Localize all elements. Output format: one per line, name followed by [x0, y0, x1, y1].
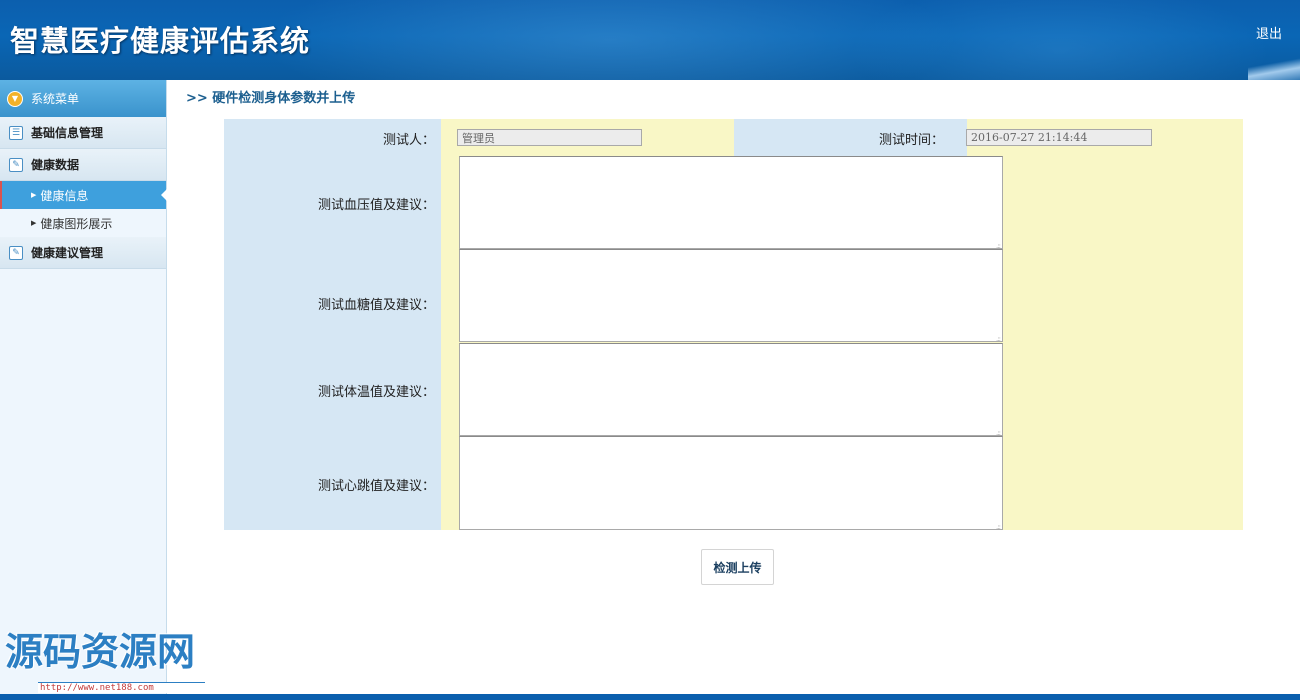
sidebar-group-health-data[interactable]: ✎ 健康数据	[0, 149, 166, 181]
caret-right-icon: ▶	[31, 219, 37, 227]
sidebar-item-health-info[interactable]: ▶ 健康信息	[0, 181, 167, 209]
tester-label: 测试人：	[382, 133, 435, 148]
sidebar: ▼ 系统菜单 ☰ 基础信息管理 ✎ 健康数据 ▶ 健康信息 ▶ 健康图形展示 ✎…	[0, 80, 167, 694]
sidebar-item-label: 健康信息	[40, 188, 89, 203]
sidebar-group-basic-info[interactable]: ☰ 基础信息管理	[0, 117, 166, 149]
edit-icon: ✎	[9, 157, 23, 172]
sidebar-menu-title: 系统菜单	[31, 92, 80, 106]
blood-sugar-textarea[interactable]	[459, 249, 1003, 343]
blood-sugar-label: 测试血糖值及建议：	[317, 298, 435, 313]
logout-link[interactable]: 退出	[1256, 23, 1282, 42]
detect-upload-button[interactable]: 检测上传	[701, 549, 774, 585]
watermark-logo: 源码资源网	[5, 630, 196, 674]
blood-pressure-label: 测试血压值及建议：	[317, 198, 435, 213]
list-icon: ☰	[9, 125, 23, 140]
test-time-label: 测试时间：	[878, 133, 944, 148]
tester-field[interactable]: 管理员	[457, 129, 642, 146]
temperature-label: 测试体温值及建议：	[317, 385, 435, 400]
footer-bar	[0, 694, 1300, 700]
header-decoration	[850, 0, 1270, 80]
blood-pressure-textarea[interactable]	[459, 156, 1003, 250]
test-time-field[interactable]: 2016-07-27 21:14:44	[966, 129, 1152, 146]
sidebar-item-health-chart[interactable]: ▶ 健康图形展示	[0, 209, 166, 237]
header-decoration	[1248, 58, 1300, 80]
sidebar-group-health-advice[interactable]: ✎ 健康建议管理	[0, 237, 166, 269]
heart-rate-label: 测试心跳值及建议：	[317, 479, 435, 494]
edit-icon: ✎	[9, 245, 23, 260]
sidebar-group-label: 基础信息管理	[31, 126, 104, 140]
sidebar-item-label: 健康图形展示	[40, 216, 113, 231]
watermark-url: http://www.net188.com	[38, 682, 205, 693]
label-column	[224, 119, 441, 530]
breadcrumb: >> 硬件检测身体参数并上传	[186, 91, 356, 106]
app-title: 智慧医疗健康评估系统	[10, 24, 311, 58]
health-form: 测试人： 管理员 测试时间： 2016-07-27 21:14:44 测试血压值…	[224, 119, 1243, 531]
caret-right-icon: ▶	[31, 191, 37, 199]
sidebar-group-label: 健康建议管理	[31, 246, 104, 260]
heart-rate-textarea[interactable]	[459, 436, 1003, 531]
sidebar-menu-header[interactable]: ▼ 系统菜单	[0, 80, 166, 117]
chevron-down-icon: ▼	[7, 90, 23, 107]
app-header: 智慧医疗健康评估系统 退出	[0, 0, 1300, 80]
temperature-textarea[interactable]	[459, 343, 1003, 437]
sidebar-group-label: 健康数据	[31, 158, 80, 172]
